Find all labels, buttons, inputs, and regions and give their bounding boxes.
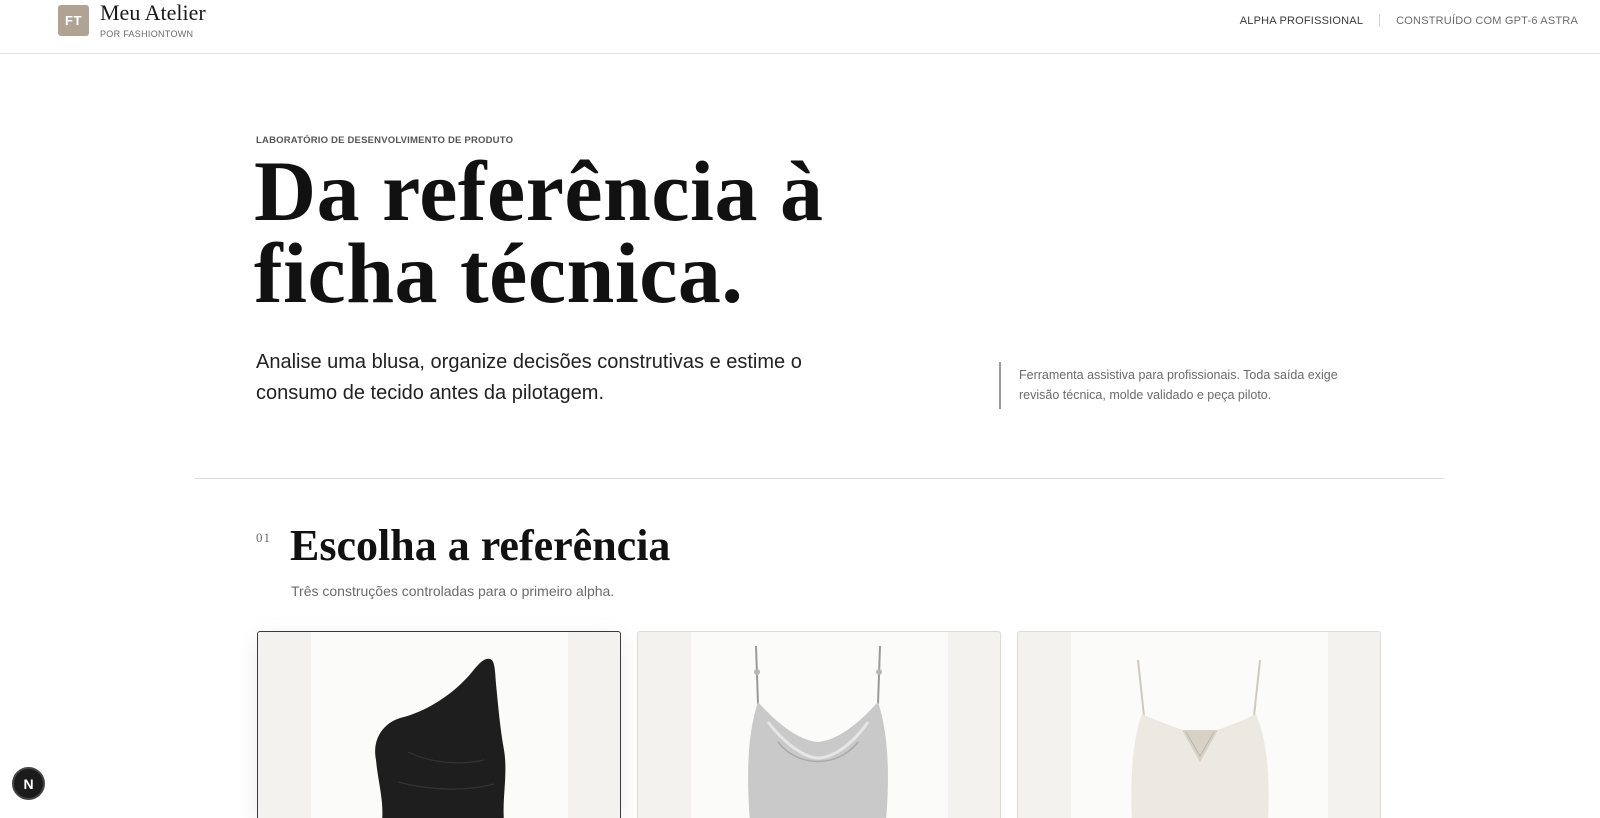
garment-black-one-shoulder-image (375, 658, 506, 818)
reference-card-silver-camisole[interactable] (637, 631, 1001, 818)
nav-separator (1379, 14, 1381, 27)
hero-title-line-2: ficha técnica. (254, 225, 744, 321)
section-divider (194, 478, 1444, 479)
disclaimer-text: Ferramenta assistiva para profissionais.… (1019, 368, 1338, 402)
top-bar: FT Meu Atelier POR FASHIONTOWN ALPHA PRO… (0, 0, 1600, 54)
brand-name[interactable]: Meu Atelier (100, 0, 206, 26)
section-title: Escolha a referência (290, 521, 671, 570)
hero-description: Analise uma blusa, organize decisões con… (256, 351, 802, 404)
logo-badge[interactable]: FT (58, 5, 89, 36)
hero-title: Da referência à ficha técnica. (254, 148, 894, 316)
disclaimer-note: Ferramenta assistiva para profissionais.… (999, 362, 1359, 409)
nextjs-dev-badge[interactable]: N (12, 767, 45, 800)
reference-card-ivory-camisole[interactable] (1017, 631, 1381, 818)
reference-card-black-top[interactable] (257, 631, 621, 818)
garment-silver-satin-camisole-image (748, 645, 888, 818)
header-nav: ALPHA PROFISSIONAL CONSTRUÍDO COM GPT-6 … (1240, 14, 1578, 27)
brand-subtitle: POR FASHIONTOWN (100, 29, 194, 39)
nav-alpha-profissional[interactable]: ALPHA PROFISSIONAL (1240, 15, 1363, 27)
section-number: 01 (256, 530, 271, 545)
garment-ivory-lace-camisole-image (1131, 659, 1269, 818)
nav-construido-com[interactable]: CONSTRUÍDO COM GPT-6 ASTRA (1396, 15, 1578, 27)
section-subtitle: Três construções controladas para o prim… (291, 583, 615, 599)
